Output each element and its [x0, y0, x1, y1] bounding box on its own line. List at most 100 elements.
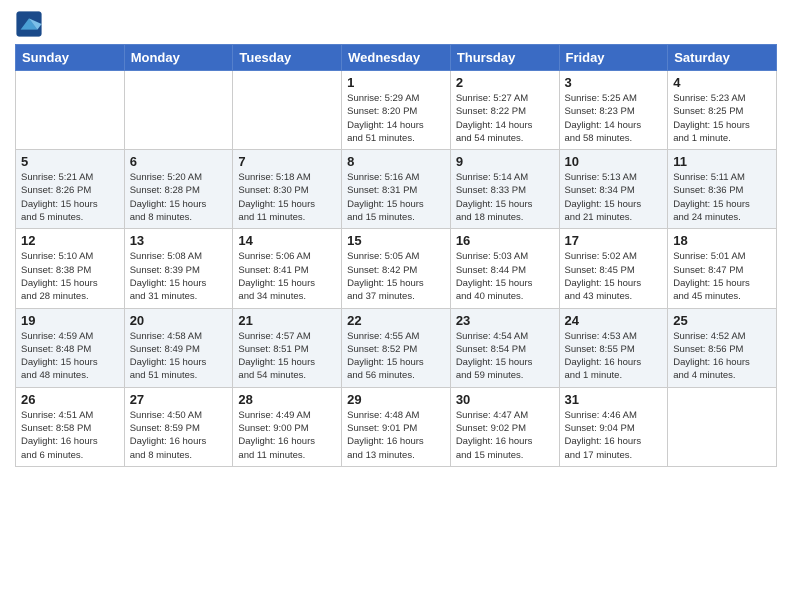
day-header-thursday: Thursday	[450, 45, 559, 71]
day-info: Sunrise: 4:47 AM Sunset: 9:02 PM Dayligh…	[456, 409, 554, 462]
calendar-cell: 9 Sunrise: 5:14 AM Sunset: 8:33 PM Daylig…	[450, 150, 559, 229]
calendar-cell: 29 Sunrise: 4:48 AM Sunset: 9:01 PM Dayli…	[342, 387, 451, 466]
calendar-cell: 24 Sunrise: 4:53 AM Sunset: 8:55 PM Dayli…	[559, 308, 668, 387]
day-info: Sunrise: 5:23 AM Sunset: 8:25 PM Dayligh…	[673, 92, 771, 145]
day-number: 17	[565, 233, 663, 248]
calendar-cell: 18 Sunrise: 5:01 AM Sunset: 8:47 PM Dayli…	[668, 229, 777, 308]
calendar-cell: 6 Sunrise: 5:20 AM Sunset: 8:28 PM Daylig…	[124, 150, 233, 229]
day-number: 29	[347, 392, 445, 407]
day-number: 22	[347, 313, 445, 328]
day-info: Sunrise: 4:49 AM Sunset: 9:00 PM Dayligh…	[238, 409, 336, 462]
day-header-saturday: Saturday	[668, 45, 777, 71]
day-info: Sunrise: 4:58 AM Sunset: 8:49 PM Dayligh…	[130, 330, 228, 383]
calendar-header-row: SundayMondayTuesdayWednesdayThursdayFrid…	[16, 45, 777, 71]
week-row-2: 5 Sunrise: 5:21 AM Sunset: 8:26 PM Daylig…	[16, 150, 777, 229]
logo	[15, 10, 45, 38]
day-number: 21	[238, 313, 336, 328]
day-number: 19	[21, 313, 119, 328]
day-info: Sunrise: 5:01 AM Sunset: 8:47 PM Dayligh…	[673, 250, 771, 303]
calendar-cell: 12Sunrise: 5:10 AM Sunset: 8:38 PM Dayli…	[16, 229, 125, 308]
day-number: 1	[347, 75, 445, 90]
day-info: Sunrise: 5:13 AM Sunset: 8:34 PM Dayligh…	[565, 171, 663, 224]
day-info: Sunrise: 4:55 AM Sunset: 8:52 PM Dayligh…	[347, 330, 445, 383]
calendar-cell: 11Sunrise: 5:11 AM Sunset: 8:36 PM Dayli…	[668, 150, 777, 229]
day-info: Sunrise: 5:05 AM Sunset: 8:42 PM Dayligh…	[347, 250, 445, 303]
day-number: 5	[21, 154, 119, 169]
day-number: 23	[456, 313, 554, 328]
week-row-1: 1 Sunrise: 5:29 AM Sunset: 8:20 PM Daylig…	[16, 71, 777, 150]
day-number: 4	[673, 75, 771, 90]
day-info: Sunrise: 5:27 AM Sunset: 8:22 PM Dayligh…	[456, 92, 554, 145]
calendar-cell: 15Sunrise: 5:05 AM Sunset: 8:42 PM Dayli…	[342, 229, 451, 308]
day-info: Sunrise: 4:50 AM Sunset: 8:59 PM Dayligh…	[130, 409, 228, 462]
day-info: Sunrise: 4:53 AM Sunset: 8:55 PM Dayligh…	[565, 330, 663, 383]
day-info: Sunrise: 5:20 AM Sunset: 8:28 PM Dayligh…	[130, 171, 228, 224]
day-info: Sunrise: 5:21 AM Sunset: 8:26 PM Dayligh…	[21, 171, 119, 224]
day-number: 9	[456, 154, 554, 169]
calendar: SundayMondayTuesdayWednesdayThursdayFrid…	[15, 44, 777, 467]
calendar-cell: 10 Sunrise: 5:13 AM Sunset: 8:34 PM Dayli…	[559, 150, 668, 229]
calendar-cell: 14Sunrise: 5:06 AM Sunset: 8:41 PM Dayli…	[233, 229, 342, 308]
calendar-cell: 28 Sunrise: 4:49 AM Sunset: 9:00 PM Dayli…	[233, 387, 342, 466]
calendar-cell: 27 Sunrise: 4:50 AM Sunset: 8:59 PM Dayli…	[124, 387, 233, 466]
day-info: Sunrise: 4:52 AM Sunset: 8:56 PM Dayligh…	[673, 330, 771, 383]
day-info: Sunrise: 4:54 AM Sunset: 8:54 PM Dayligh…	[456, 330, 554, 383]
week-row-3: 12Sunrise: 5:10 AM Sunset: 8:38 PM Dayli…	[16, 229, 777, 308]
calendar-cell: 1 Sunrise: 5:29 AM Sunset: 8:20 PM Daylig…	[342, 71, 451, 150]
day-number: 11	[673, 154, 771, 169]
day-info: Sunrise: 5:06 AM Sunset: 8:41 PM Dayligh…	[238, 250, 336, 303]
day-header-friday: Friday	[559, 45, 668, 71]
calendar-cell: 17 Sunrise: 5:02 AM Sunset: 8:45 PM Dayli…	[559, 229, 668, 308]
day-number: 3	[565, 75, 663, 90]
day-number: 18	[673, 233, 771, 248]
week-row-4: 19 Sunrise: 4:59 AM Sunset: 8:48 PM Dayli…	[16, 308, 777, 387]
calendar-cell: 13 Sunrise: 5:08 AM Sunset: 8:39 PM Dayli…	[124, 229, 233, 308]
day-info: Sunrise: 5:29 AM Sunset: 8:20 PM Dayligh…	[347, 92, 445, 145]
day-number: 20	[130, 313, 228, 328]
day-number: 24	[565, 313, 663, 328]
calendar-cell: 21 Sunrise: 4:57 AM Sunset: 8:51 PM Dayli…	[233, 308, 342, 387]
day-info: Sunrise: 5:16 AM Sunset: 8:31 PM Dayligh…	[347, 171, 445, 224]
day-number: 7	[238, 154, 336, 169]
calendar-cell	[233, 71, 342, 150]
day-number: 30	[456, 392, 554, 407]
calendar-cell: 2 Sunrise: 5:27 AM Sunset: 8:22 PM Daylig…	[450, 71, 559, 150]
calendar-cell	[16, 71, 125, 150]
calendar-cell	[668, 387, 777, 466]
calendar-cell: 25 Sunrise: 4:52 AM Sunset: 8:56 PM Dayli…	[668, 308, 777, 387]
day-header-monday: Monday	[124, 45, 233, 71]
day-info: Sunrise: 5:25 AM Sunset: 8:23 PM Dayligh…	[565, 92, 663, 145]
day-number: 25	[673, 313, 771, 328]
day-info: Sunrise: 4:59 AM Sunset: 8:48 PM Dayligh…	[21, 330, 119, 383]
day-number: 2	[456, 75, 554, 90]
day-header-sunday: Sunday	[16, 45, 125, 71]
calendar-cell: 30 Sunrise: 4:47 AM Sunset: 9:02 PM Dayli…	[450, 387, 559, 466]
calendar-cell: 3 Sunrise: 5:25 AM Sunset: 8:23 PM Daylig…	[559, 71, 668, 150]
day-number: 16	[456, 233, 554, 248]
day-info: Sunrise: 5:08 AM Sunset: 8:39 PM Dayligh…	[130, 250, 228, 303]
calendar-cell: 8Sunrise: 5:16 AM Sunset: 8:31 PM Daylig…	[342, 150, 451, 229]
calendar-cell: 22 Sunrise: 4:55 AM Sunset: 8:52 PM Dayli…	[342, 308, 451, 387]
day-info: Sunrise: 5:18 AM Sunset: 8:30 PM Dayligh…	[238, 171, 336, 224]
day-info: Sunrise: 5:14 AM Sunset: 8:33 PM Dayligh…	[456, 171, 554, 224]
calendar-cell	[124, 71, 233, 150]
day-number: 10	[565, 154, 663, 169]
calendar-cell: 16Sunrise: 5:03 AM Sunset: 8:44 PM Dayli…	[450, 229, 559, 308]
header	[15, 10, 777, 38]
day-header-tuesday: Tuesday	[233, 45, 342, 71]
week-row-5: 26Sunrise: 4:51 AM Sunset: 8:58 PM Dayli…	[16, 387, 777, 466]
day-info: Sunrise: 5:02 AM Sunset: 8:45 PM Dayligh…	[565, 250, 663, 303]
day-info: Sunrise: 4:48 AM Sunset: 9:01 PM Dayligh…	[347, 409, 445, 462]
day-info: Sunrise: 4:51 AM Sunset: 8:58 PM Dayligh…	[21, 409, 119, 462]
day-number: 6	[130, 154, 228, 169]
day-number: 27	[130, 392, 228, 407]
day-number: 13	[130, 233, 228, 248]
day-info: Sunrise: 4:57 AM Sunset: 8:51 PM Dayligh…	[238, 330, 336, 383]
day-number: 12	[21, 233, 119, 248]
calendar-cell: 19 Sunrise: 4:59 AM Sunset: 8:48 PM Dayli…	[16, 308, 125, 387]
calendar-cell: 26Sunrise: 4:51 AM Sunset: 8:58 PM Dayli…	[16, 387, 125, 466]
day-number: 28	[238, 392, 336, 407]
logo-icon	[15, 10, 43, 38]
calendar-cell: 23 Sunrise: 4:54 AM Sunset: 8:54 PM Dayli…	[450, 308, 559, 387]
day-info: Sunrise: 4:46 AM Sunset: 9:04 PM Dayligh…	[565, 409, 663, 462]
